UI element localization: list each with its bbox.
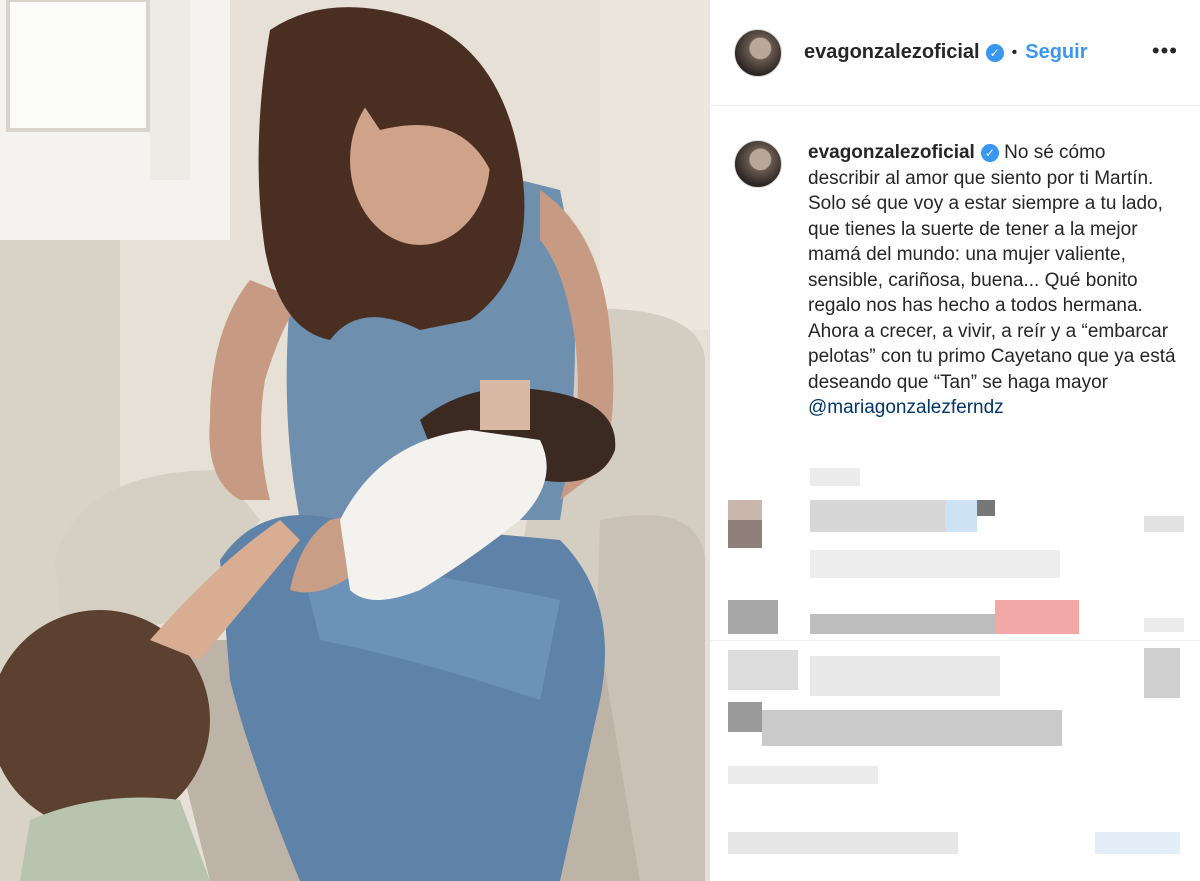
blurred-comments	[710, 460, 1200, 881]
more-options-icon[interactable]: •••	[1152, 38, 1178, 64]
post-image	[0, 0, 710, 881]
header-separator: •	[1011, 43, 1018, 61]
post-photo[interactable]	[0, 0, 710, 881]
post-caption: evagonzalezoficial ✓ No sé cómo describir…	[734, 140, 1184, 421]
follow-button[interactable]: Seguir	[1025, 41, 1087, 64]
caption-avatar[interactable]	[734, 140, 782, 188]
post-header: evagonzalezoficial ✓ • Seguir •••	[710, 0, 1200, 106]
header-username[interactable]: evagonzalezoficial	[804, 41, 980, 64]
caption-username[interactable]: evagonzalezoficial	[808, 142, 975, 163]
caption-text-block: evagonzalezoficial ✓ No sé cómo describir…	[808, 140, 1178, 421]
post-side-panel: evagonzalezoficial ✓ • Seguir ••• evagon…	[710, 0, 1200, 881]
caption-mention-link[interactable]: @mariagonzalezferndz	[808, 397, 1004, 418]
caption-verified-badge-icon: ✓	[980, 144, 999, 162]
comments-divider	[710, 640, 1200, 641]
verified-badge-icon: ✓	[985, 43, 1004, 62]
profile-avatar[interactable]	[734, 28, 782, 77]
caption-body: No sé cómo describir al amor que siento …	[808, 142, 1176, 393]
